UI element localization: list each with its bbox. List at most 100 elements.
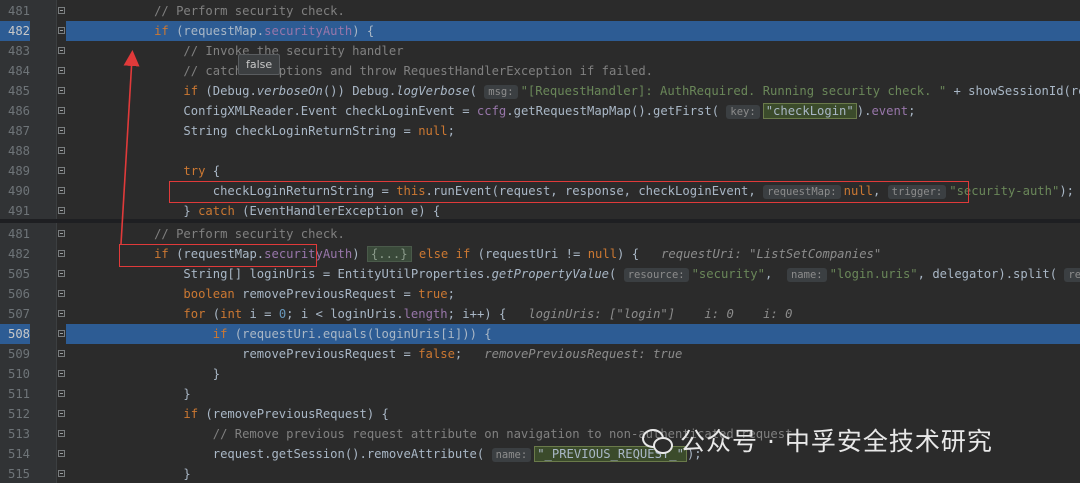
code-token: }	[183, 387, 191, 401]
code-token: ) {	[352, 24, 375, 38]
code-text: // Perform security check.	[66, 1, 1080, 21]
fold-marker-icon[interactable]	[58, 370, 65, 377]
code-token: ConfigXMLReader.Event checkLoginEvent =	[183, 104, 477, 118]
fold-marker-icon[interactable]	[58, 187, 65, 194]
fold-marker-icon[interactable]	[58, 310, 65, 317]
code-line[interactable]: 487 String checkLoginReturnString = null…	[0, 121, 1080, 141]
line-number[interactable]: 484	[0, 61, 30, 81]
fold-marker-icon[interactable]	[58, 270, 65, 277]
code-text: checkLoginReturnString = this.runEvent(r…	[66, 181, 1080, 201]
code-line[interactable]: 505 String[] loginUris = EntityUtilPrope…	[0, 264, 1080, 284]
code-token: .runEvent(request, response, checkLoginE…	[425, 184, 764, 198]
line-number[interactable]: 485	[0, 81, 30, 101]
code-token: true	[418, 287, 448, 301]
fold-marker-icon[interactable]	[58, 127, 65, 134]
line-number[interactable]: 487	[0, 121, 30, 141]
parameter-hint: name:	[786, 268, 827, 282]
line-number[interactable]: 490	[0, 181, 30, 201]
code-line[interactable]: 488	[0, 141, 1080, 161]
fold-marker-icon[interactable]	[58, 330, 65, 337]
code-token: // Perform security check.	[154, 4, 345, 18]
line-number[interactable]: 512	[0, 404, 30, 424]
fold-marker-icon[interactable]	[58, 207, 65, 214]
fold-marker-icon[interactable]	[58, 47, 65, 54]
line-number[interactable]: 486	[0, 101, 30, 121]
code-line[interactable]: 506 boolean removePreviousRequest = true…	[0, 284, 1080, 304]
fold-marker-icon[interactable]	[58, 470, 65, 477]
code-token: getPropertyValue	[491, 267, 609, 281]
code-token: ;	[447, 124, 455, 138]
line-number[interactable]: 483	[0, 41, 30, 61]
fold-marker-icon[interactable]	[58, 147, 65, 154]
fold-marker-icon[interactable]	[58, 67, 65, 74]
fold-marker-icon[interactable]	[58, 430, 65, 437]
line-number[interactable]: 507	[0, 304, 30, 324]
line-number[interactable]: 481	[0, 224, 30, 244]
code-token: i =	[249, 307, 279, 321]
code-token: ;	[908, 104, 916, 118]
line-number[interactable]: 506	[0, 284, 30, 304]
code-line[interactable]: 507 for (int i = 0; i < loginUris.length…	[0, 304, 1080, 324]
line-number[interactable]: 510	[0, 364, 30, 384]
fold-marker-icon[interactable]	[58, 167, 65, 174]
code-line[interactable]: 482 if (requestMap.securityAuth) {...} e…	[0, 244, 1080, 264]
code-line[interactable]: 481 // Perform security check.	[0, 224, 1080, 244]
code-line[interactable]: 483 // Invoke the security handler	[0, 41, 1080, 61]
code-token: "security"	[691, 267, 765, 281]
code-line[interactable]: 481 // Perform security check.	[0, 1, 1080, 21]
line-number[interactable]: 488	[0, 141, 30, 161]
code-line[interactable]: 484 // catch exceptions and throw Reques…	[0, 61, 1080, 81]
code-text: if (Debug.verboseOn()) Debug.logVerbose(…	[66, 81, 1080, 101]
fold-marker-icon[interactable]	[58, 250, 65, 257]
code-text: if (requestMap.securityAuth) {	[66, 21, 1080, 41]
fold-marker-icon[interactable]	[58, 350, 65, 357]
code-line[interactable]: 490 checkLoginReturnString = this.runEve…	[0, 181, 1080, 201]
line-number[interactable]: 515	[0, 464, 30, 483]
fold-marker-icon[interactable]	[58, 410, 65, 417]
code-token: removePreviousRequest =	[242, 287, 419, 301]
line-number[interactable]: 509	[0, 344, 30, 364]
code-line[interactable]: 486 ConfigXMLReader.Event checkLoginEven…	[0, 101, 1080, 121]
code-line[interactable]: 510 }	[0, 364, 1080, 384]
code-line[interactable]: 489 try {	[0, 161, 1080, 181]
fold-marker-icon[interactable]	[58, 87, 65, 94]
fold-marker-icon[interactable]	[58, 7, 65, 14]
line-number[interactable]: 481	[0, 1, 30, 21]
line-number[interactable]: 508	[0, 324, 30, 344]
code-text: boolean removePreviousRequest = true;	[66, 284, 1080, 304]
code-text: // Perform security check.	[66, 224, 1080, 244]
code-line[interactable]: 511 }	[0, 384, 1080, 404]
code-line[interactable]: 491 } catch (EventHandlerException e) {	[0, 201, 1080, 219]
code-token: removePreviousRequest =	[242, 347, 419, 361]
line-number[interactable]: 511	[0, 384, 30, 404]
fold-marker-icon[interactable]	[58, 290, 65, 297]
code-token: ) {	[617, 247, 662, 261]
line-number[interactable]: 489	[0, 161, 30, 181]
code-line[interactable]: 482 if (requestMap.securityAuth) {	[0, 21, 1080, 41]
fold-marker-icon[interactable]	[58, 230, 65, 237]
fold-marker-icon[interactable]	[58, 27, 65, 34]
code-line[interactable]: 508 if (requestUri.equals(loginUris[i]))…	[0, 324, 1080, 344]
fold-marker-icon[interactable]	[58, 450, 65, 457]
code-token: for	[183, 307, 213, 321]
fold-marker-icon[interactable]	[58, 390, 65, 397]
code-line[interactable]: 509 removePreviousRequest = false; remov…	[0, 344, 1080, 364]
line-number[interactable]: 514	[0, 444, 30, 464]
line-number[interactable]: 482	[0, 21, 30, 41]
code-line[interactable]: 515 }	[0, 464, 1080, 483]
code-line[interactable]: 485 if (Debug.verboseOn()) Debug.logVerb…	[0, 81, 1080, 101]
fold-marker-icon[interactable]	[58, 107, 65, 114]
line-number[interactable]: 482	[0, 244, 30, 264]
line-number[interactable]: 491	[0, 201, 30, 219]
line-number[interactable]: 505	[0, 264, 30, 284]
code-token: requestMap	[183, 24, 257, 38]
line-number[interactable]: 513	[0, 424, 30, 444]
